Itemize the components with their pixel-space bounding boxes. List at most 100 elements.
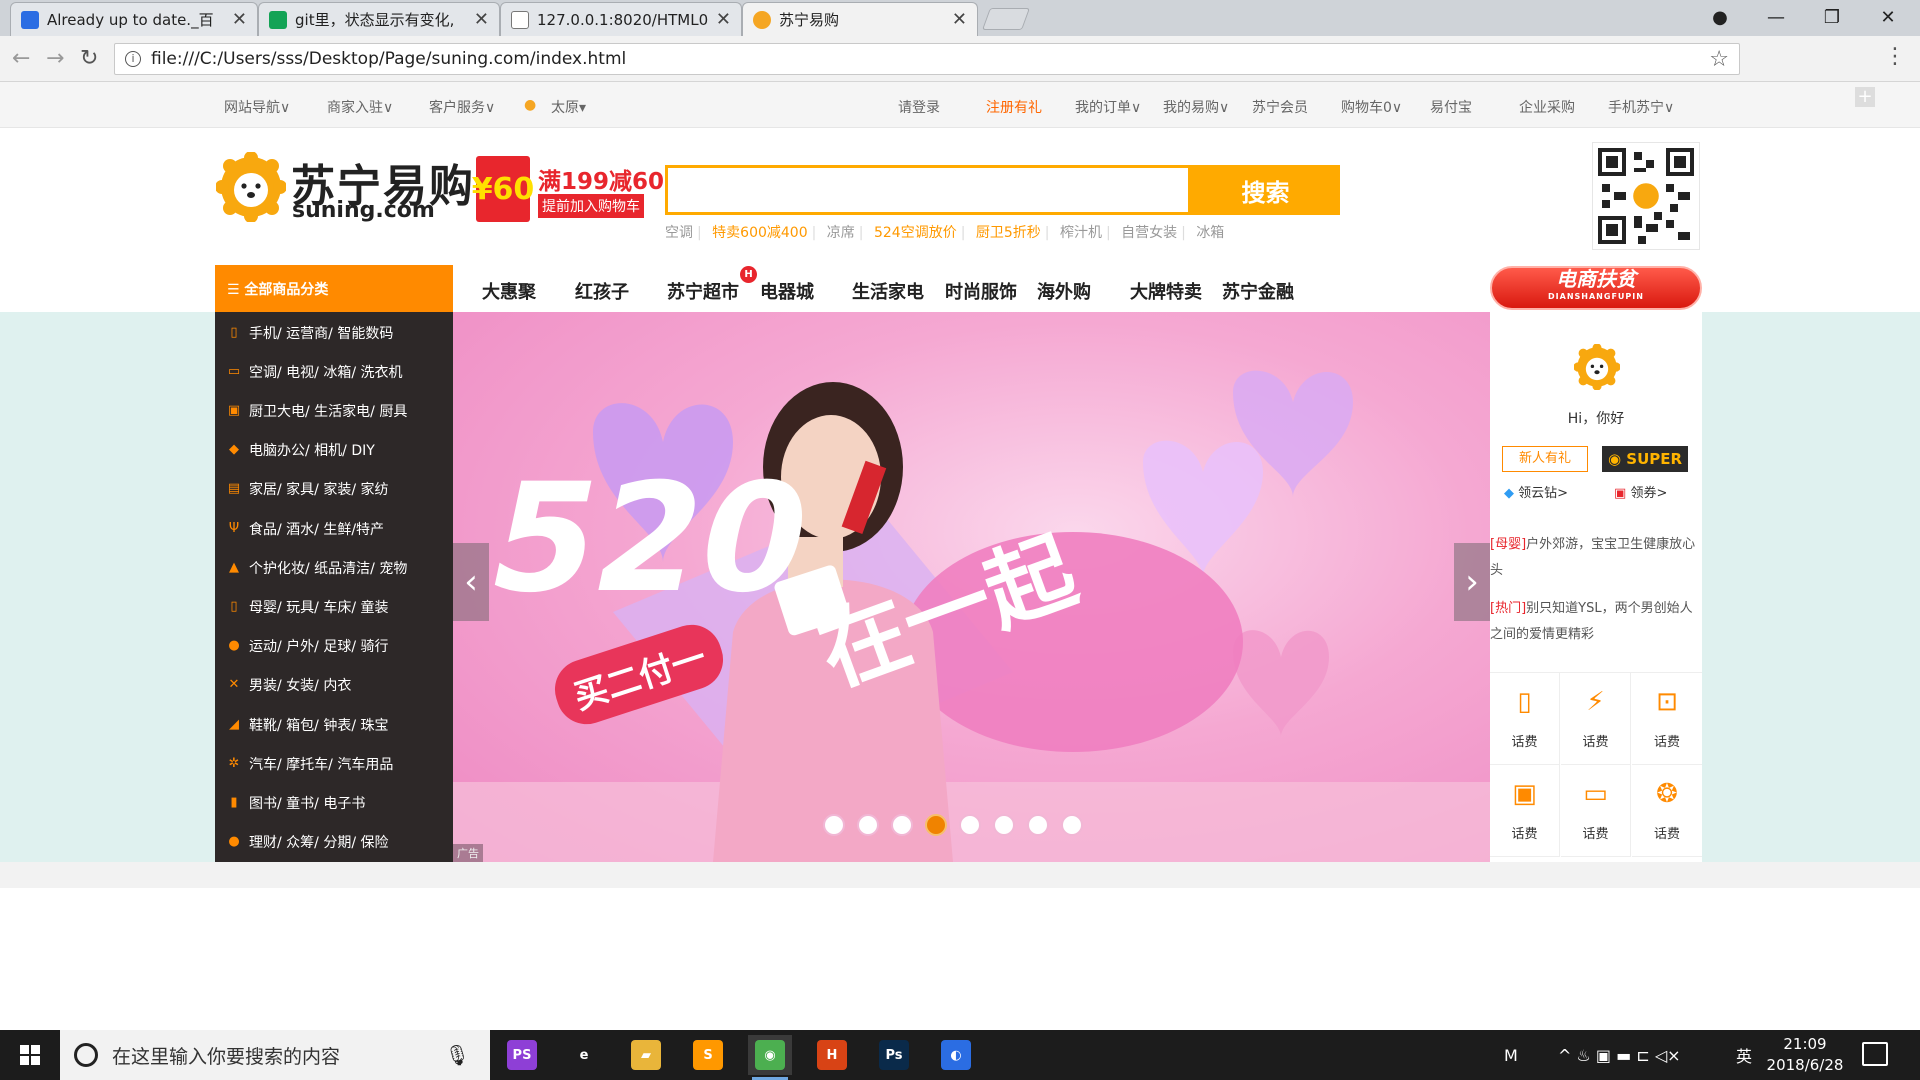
taskbar-app-photoshop[interactable]: Ps <box>872 1035 916 1075</box>
category-item[interactable]: ▯ 母婴/ 玩具/ 车床/ 童装 <box>215 587 453 626</box>
service-tile[interactable]: ⊡ 话费 <box>1632 673 1702 765</box>
carousel-dot[interactable] <box>959 814 981 836</box>
topbar-enterprise[interactable]: 企业采购 <box>1519 97 1575 117</box>
search-input[interactable] <box>665 165 1191 215</box>
nav-item[interactable]: 大牌特卖 <box>1130 278 1202 304</box>
carousel-dot[interactable] <box>993 814 1015 836</box>
bookmark-star-icon[interactable]: ☆ <box>1709 47 1729 72</box>
promo-ad[interactable]: ¥60 满199减60 提前加入购物车 <box>472 156 664 222</box>
carousel-dot[interactable] <box>857 814 879 836</box>
topbar-site-nav[interactable]: 网站导航∨ <box>224 97 290 117</box>
topbar-member[interactable]: 苏宁会员 <box>1252 97 1308 117</box>
category-item[interactable]: ✕ 男装/ 女装/ 内衣 <box>215 666 453 705</box>
taskbar-app-hbuilder[interactable]: H <box>810 1035 854 1075</box>
carousel-dot[interactable] <box>891 814 913 836</box>
taskbar-app-file-explorer[interactable]: ▰ <box>624 1035 668 1075</box>
nav-item[interactable]: 大惠聚 <box>482 278 536 304</box>
browser-tab-1[interactable]: Already up to date._百 ✕ <box>10 2 258 36</box>
coupon-link[interactable]: ▣ 领券> <box>1614 482 1667 501</box>
system-tray-icons[interactable]: ^ ♨ ▣ ▬ ⊏ ◁× <box>1558 1030 1681 1080</box>
topbar-login[interactable]: 请登录 <box>898 97 940 117</box>
news-item[interactable]: [热门]别只知道YSL，两个男创始人之间的爱情更精彩 <box>1490 596 1702 648</box>
kebab-menu-icon[interactable]: ⋮ <box>1884 44 1906 69</box>
carousel-next-button[interactable]: › <box>1454 543 1490 621</box>
service-tile[interactable]: ▭ 话费 <box>1561 765 1631 857</box>
category-item[interactable]: ● 运动/ 户外/ 足球/ 骑行 <box>215 627 453 666</box>
nav-item[interactable]: 生活家电 <box>852 278 924 304</box>
category-item[interactable]: ▣ 厨卫大电/ 生活家电/ 厨具 <box>215 391 453 430</box>
carousel-dot[interactable] <box>1061 814 1083 836</box>
topbar-mobile-suning[interactable]: 手机苏宁∨ <box>1608 97 1674 117</box>
category-item[interactable]: ◢ 鞋靴/ 箱包/ 钟表/ 珠宝 <box>215 705 453 744</box>
category-item[interactable]: ▭ 空调/ 电视/ 冰箱/ 洗衣机 <box>215 352 453 391</box>
topbar-my-suning[interactable]: 我的易购∨ <box>1163 97 1229 117</box>
hotword[interactable]: 厨卫5折秒 <box>976 225 1041 241</box>
browser-tab-4-active[interactable]: 苏宁易购 ✕ <box>742 2 978 36</box>
service-tile[interactable]: ▣ 话费 <box>1490 765 1560 857</box>
info-icon[interactable]: i <box>125 51 141 67</box>
category-item[interactable]: ▤ 家居/ 家具/ 家装/ 家纺 <box>215 470 453 509</box>
topbar-register[interactable]: 注册有礼 <box>986 97 1042 117</box>
taskbar-app-chrome[interactable]: ◉ <box>748 1035 792 1080</box>
taskbar-app-edge[interactable]: e <box>562 1035 606 1075</box>
close-icon[interactable]: ✕ <box>952 9 967 30</box>
close-icon[interactable]: ✕ <box>232 9 247 30</box>
carousel-dot[interactable] <box>925 814 947 836</box>
nav-item[interactable]: 苏宁超市 <box>667 278 739 304</box>
category-item[interactable]: ▯ 手机/ 运营商/ 智能数码 <box>215 313 453 352</box>
topbar-cart[interactable]: 购物车0∨ <box>1341 97 1402 117</box>
nav-item[interactable]: 红孩子 <box>575 278 629 304</box>
ime-mode-icon[interactable]: M <box>1504 1030 1518 1080</box>
topbar-merchant[interactable]: 商家入驻∨ <box>327 97 393 117</box>
category-item[interactable]: ▮ 图书/ 童书/ 电子书 <box>215 783 453 822</box>
address-bar[interactable]: i file:///C:/Users/sss/Desktop/Page/suni… <box>114 43 1740 75</box>
carousel-prev-button[interactable]: ‹ <box>453 543 489 621</box>
taskbar-app-browser[interactable]: ◐ <box>934 1035 978 1075</box>
logo-english-text[interactable]: suning.com <box>292 198 435 223</box>
close-icon[interactable]: ✕ <box>474 9 489 30</box>
hotword[interactable]: 自营女装 <box>1121 225 1177 241</box>
browser-tab-2[interactable]: git里，状态显示有变化, ✕ <box>258 2 500 36</box>
category-item[interactable]: ◆ 电脑办公/ 相机/ DIY <box>215 431 453 470</box>
close-icon[interactable]: ✕ <box>716 9 731 30</box>
notification-center-icon[interactable] <box>1862 1042 1888 1066</box>
taskbar-search-box[interactable]: 在这里输入你要搜索的内容 🎙 <box>60 1030 490 1080</box>
taskbar-app-sublime[interactable]: S <box>686 1035 730 1075</box>
windows-start-button[interactable] <box>0 1030 60 1080</box>
maximize-button[interactable]: ❐ <box>1804 0 1860 34</box>
hotword[interactable]: 特卖600减400 <box>712 225 807 241</box>
minimize-button[interactable]: — <box>1748 0 1804 34</box>
topbar-customer-service[interactable]: 客户服务∨ <box>429 97 495 117</box>
topbar-yifubao[interactable]: 易付宝 <box>1430 97 1472 117</box>
reload-icon[interactable]: ↻ <box>80 46 98 71</box>
microphone-icon[interactable]: 🎙 <box>445 1043 470 1067</box>
topbar-my-orders[interactable]: 我的订单∨ <box>1075 97 1141 117</box>
service-tile[interactable]: ▯ 话费 <box>1490 673 1560 765</box>
hero-carousel[interactable]: 520 买二付一 在一起 ‹ › 广告 <box>453 312 1490 862</box>
carousel-dot[interactable] <box>823 814 845 836</box>
super-member-button[interactable]: ◉ SUPER <box>1602 446 1688 472</box>
all-categories-header[interactable]: ☰ 全部商品分类 <box>215 265 453 312</box>
service-tile[interactable]: ⚡ 话费 <box>1561 673 1631 765</box>
search-button[interactable]: 搜索 <box>1191 165 1340 215</box>
browser-tab-3[interactable]: 127.0.0.1:8020/HTML0 ✕ <box>500 2 742 36</box>
nav-item[interactable]: 海外购 <box>1037 278 1091 304</box>
cloud-diamond-link[interactable]: ◆ 领云钻> <box>1504 482 1568 501</box>
news-item[interactable]: [母婴]户外郊游，宝宝卫生健康放心头 <box>1490 532 1702 584</box>
hotword[interactable]: 空调 <box>665 225 693 241</box>
service-tile[interactable]: ❂ 话费 <box>1632 765 1702 857</box>
carousel-dot[interactable] <box>1027 814 1049 836</box>
category-item[interactable]: ● 理财/ 众筹/ 分期/ 保险 <box>215 823 453 862</box>
nav-item[interactable]: 苏宁金融 <box>1222 278 1294 304</box>
profile-icon[interactable]: ● <box>1692 0 1748 34</box>
forward-arrow-icon[interactable]: → <box>46 46 64 71</box>
category-item[interactable]: Ψ 食品/ 酒水/ 生鲜/特产 <box>215 509 453 548</box>
avatar[interactable] <box>1574 344 1620 390</box>
category-item[interactable]: ▲ 个护化妆/ 纸品清洁/ 宠物 <box>215 548 453 587</box>
category-item[interactable]: ✲ 汽车/ 摩托车/ 汽车用品 <box>215 744 453 783</box>
ecommerce-poverty-relief-button[interactable]: 电商扶贫 DIANSHANGFUPIN <box>1490 266 1702 310</box>
hotword[interactable]: 冰箱 <box>1196 225 1224 241</box>
close-window-button[interactable]: ✕ <box>1860 0 1916 34</box>
plus-icon[interactable]: + <box>1855 87 1875 107</box>
taskbar-app-phpstorm[interactable]: PS <box>500 1035 544 1075</box>
